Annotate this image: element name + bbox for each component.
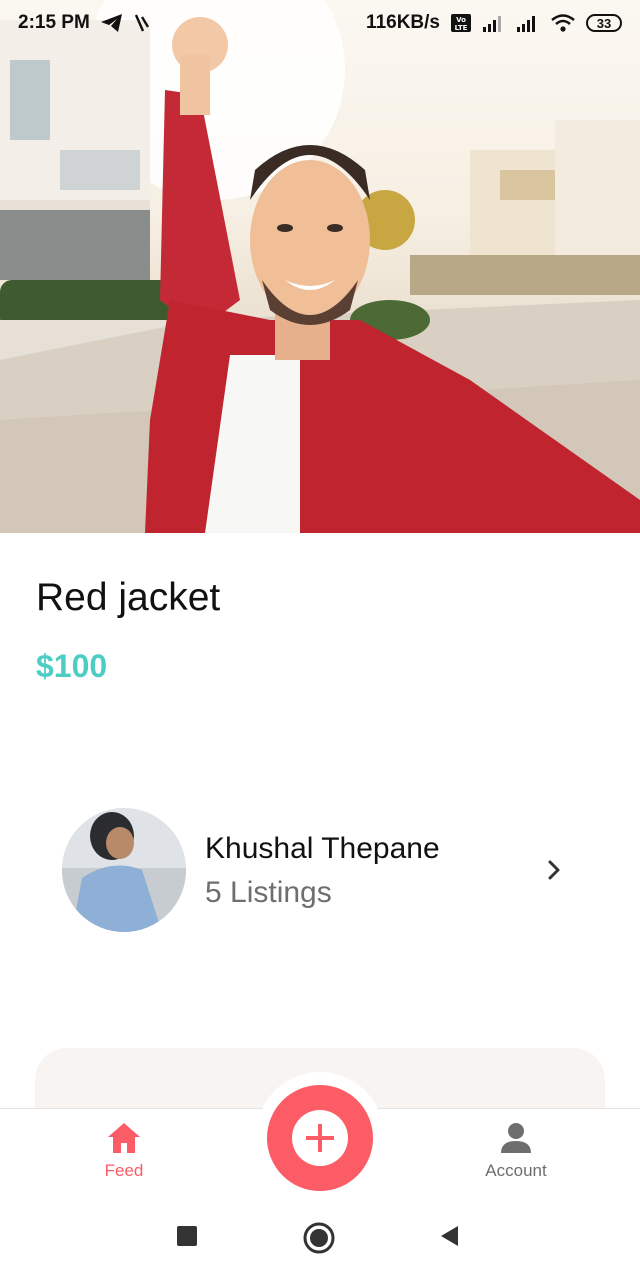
cell-signal-icon <box>483 16 501 32</box>
cell-signal-icon <box>517 16 535 32</box>
listing-image <box>0 0 640 533</box>
tab-feed[interactable]: Feed <box>64 1121 184 1181</box>
tab-feed-label: Feed <box>104 1161 144 1180</box>
square-icon[interactable] <box>175 1224 199 1248</box>
status-time: 2:15 PM <box>18 12 90 33</box>
wifi-icon <box>551 14 575 32</box>
account-icon <box>501 1123 531 1153</box>
plus-icon <box>292 1110 348 1166</box>
system-nav-bar <box>0 1196 640 1280</box>
status-bar: 2:15 PM 116KB/s Vo LTE 33 <box>0 0 640 46</box>
seller-row[interactable]: Khushal Thepane 5 Listings <box>36 790 604 950</box>
volte-icon: VoLTE <box>451 14 471 32</box>
battery-icon: 33 <box>586 14 622 32</box>
chevron-right-icon[interactable] <box>542 858 566 882</box>
network-speed: 116KB/s <box>366 12 440 33</box>
back-triangle-icon[interactable] <box>438 1224 462 1248</box>
add-listing-button[interactable] <box>267 1085 373 1191</box>
svg-text:LTE: LTE <box>455 24 468 32</box>
seller-name: Khushal Thepane <box>205 832 440 865</box>
svg-text:Vo: Vo <box>456 16 466 24</box>
tab-account-label: Account <box>485 1161 547 1180</box>
circle-icon[interactable] <box>303 1222 335 1254</box>
tab-account[interactable]: Account <box>456 1121 576 1181</box>
signal-wave-icon <box>134 14 149 32</box>
avatar <box>62 808 186 932</box>
listing-price: $100 <box>36 648 108 684</box>
listing-title: Red jacket <box>36 576 221 619</box>
battery-level: 33 <box>596 15 612 31</box>
seller-listings-count: 5 Listings <box>205 876 332 909</box>
telegram-icon <box>100 14 122 32</box>
home-icon <box>108 1123 140 1153</box>
